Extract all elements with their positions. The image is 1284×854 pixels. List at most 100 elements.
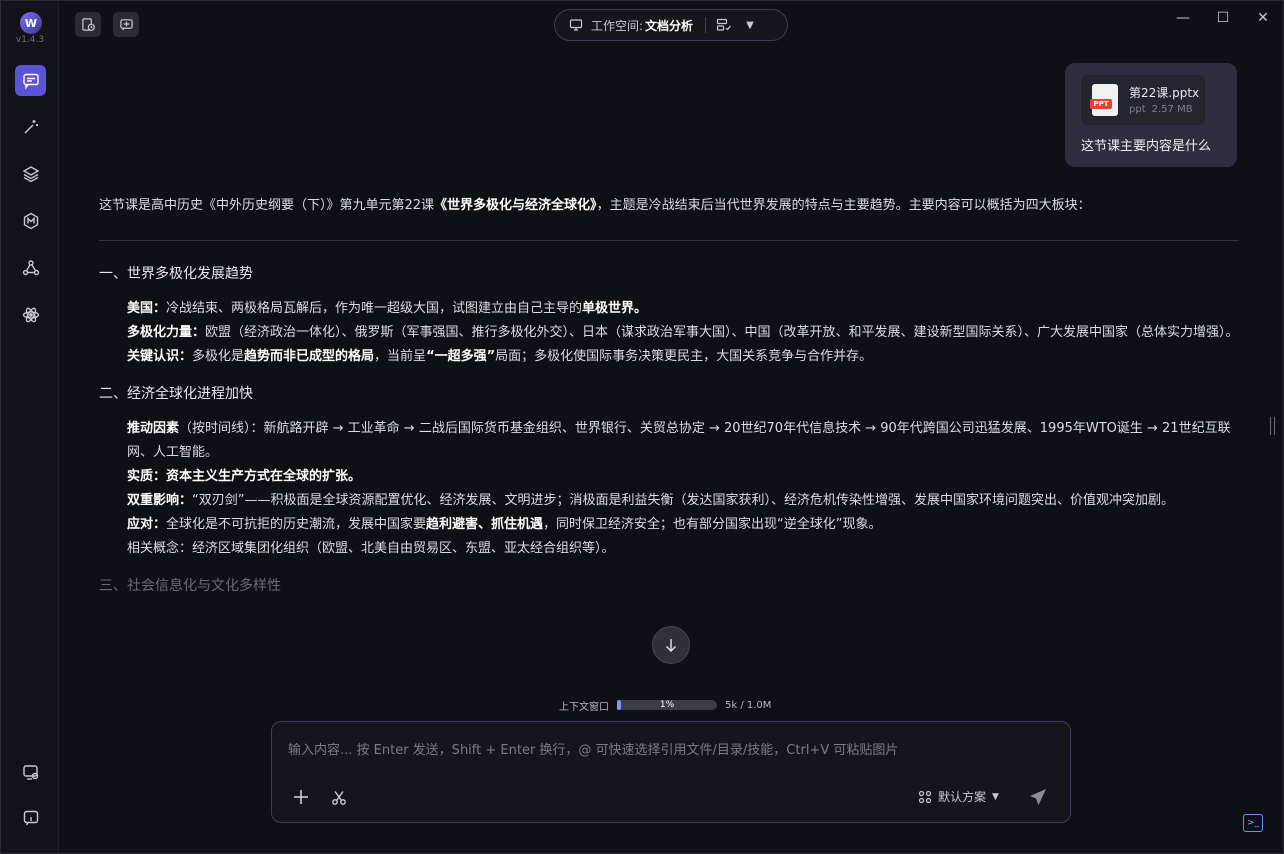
item-text: 欧盟（经济政治一体化）、俄罗斯（军事强国、推行多极化外交）、日本（谋求政治军事大…: [205, 325, 1239, 340]
add-attachment-button[interactable]: [290, 786, 312, 808]
new-chat-button[interactable]: [113, 12, 139, 37]
list-item: 关键认识：多极化是趋势而非已成型的格局，当前呈“一超多强”局面；多极化使国际事务…: [99, 345, 1239, 369]
plan-selector[interactable]: 默认方案 ▼: [918, 788, 999, 805]
history-button[interactable]: [75, 12, 101, 37]
attachment-meta: ppt 2.57 MB: [1129, 104, 1193, 115]
layers-icon: [22, 165, 39, 182]
item-bold: “一超多强”: [426, 349, 496, 364]
chevron-down-icon[interactable]: ▼: [746, 20, 754, 31]
item-label: 多极化力量：: [127, 325, 206, 340]
app-logo: W: [20, 12, 42, 34]
sidebar-item-network[interactable]: [15, 252, 46, 283]
screenshot-button[interactable]: [328, 786, 350, 808]
item-label: 美国：: [127, 301, 167, 316]
item-bold: 趋势而非已成型的格局: [244, 349, 375, 364]
plan-label: 默认方案: [938, 790, 987, 804]
app-window: W v1.4.3 工作空间: 文档分析 ▼ — ☐ ✕ PPT 第22课.ppt…: [0, 0, 1284, 854]
attachment-size: 2.57 MB: [1151, 104, 1193, 115]
intro-bold: 《世界多极化与经济全球化》: [434, 198, 597, 213]
terminal-icon: >_: [1246, 818, 1260, 828]
list-item: 相关概念：经济区域集团化组织（欧盟、北美自由贸易区、东盟、亚太经合组织等）。: [99, 537, 1239, 561]
terminal-button[interactable]: >_: [1243, 814, 1263, 832]
sidebar-item-layers[interactable]: [15, 158, 46, 189]
context-label: 上下文窗口: [559, 701, 609, 713]
sidebar-item-info[interactable]: [15, 802, 46, 833]
app-version: v1.4.3: [15, 35, 45, 45]
maximize-icon: ☐: [1216, 10, 1230, 26]
item-bold: 趋利避害、抓住机遇: [426, 517, 544, 532]
item-label: 实质：: [127, 469, 167, 484]
minimize-button[interactable]: —: [1168, 7, 1198, 29]
ppt-file-icon: PPT: [1090, 84, 1118, 116]
intro-text-a: 这节课是高中历史《中外历史纲要（下）》第九单元第22课: [99, 198, 435, 213]
atom-icon: [22, 307, 39, 322]
list-item: 多极化力量：欧盟（经济政治一体化）、俄罗斯（军事强国、推行多极化外交）、日本（谋…: [99, 321, 1239, 345]
section-1-title: 一、世界多极化发展趋势: [99, 266, 253, 282]
sidebar: W v1.4.3: [1, 1, 59, 853]
context-size: 5k / 1.0M: [725, 699, 772, 711]
close-button[interactable]: ✕: [1248, 7, 1278, 29]
item-label: 关键认识：: [127, 349, 193, 364]
scroll-to-bottom-button[interactable]: [652, 626, 690, 664]
divider: [99, 240, 1239, 241]
item-text: （按时间线）：新航路开辟 → 工业革命 → 二战后国际货币基金组织、世界银行、关…: [127, 421, 1231, 460]
monitor-icon: [569, 19, 583, 31]
arrow-down-icon: [666, 639, 676, 652]
workspace-divider: [705, 17, 707, 33]
item-bold: 资本主义生产方式在全球的扩张。: [166, 469, 362, 484]
item-bold: 单极世界。: [582, 301, 648, 316]
section-2: 二、经济全球化进程加快 推动因素（按时间线）：新航路开辟 → 工业革命 → 二战…: [99, 381, 1239, 561]
sidebar-item-settings[interactable]: [15, 756, 46, 787]
maximize-button[interactable]: ☐: [1208, 7, 1238, 29]
workspace-switch-button[interactable]: [716, 18, 732, 32]
context-percent: 1%: [659, 700, 675, 710]
sidebar-item-mcp[interactable]: [15, 205, 46, 236]
new-chat-icon: [119, 19, 133, 31]
item-text: “双刃剑”——积极面是全球资源配置优化、经济发展、文明进步；消极面是利益失衡（发…: [192, 493, 1174, 508]
ppt-tag: PPT: [1090, 99, 1112, 109]
intro-text-c: ，主题是冷战结束后当代世界发展的特点与主要趋势。主要内容可以概括为四大板块：: [596, 198, 1091, 213]
grid-icon: [918, 790, 932, 803]
send-button[interactable]: [1026, 785, 1050, 809]
assistant-message: 这节课是高中历史《中外历史纲要（下）》第九单元第22课《世界多极化与经济全球化》…: [99, 191, 1239, 609]
section-2-title: 二、经济全球化进程加快: [99, 386, 253, 402]
mcp-icon: [23, 212, 38, 229]
item-text: 局面；多极化使国际事务决策更民主，大国关系竞争与合作并存。: [495, 349, 873, 364]
context-window-indicator: 上下文窗口 1% 5k / 1.0M: [559, 697, 771, 713]
user-message: PPT 第22课.pptx ppt 2.57 MB 这节课主要内容是什么: [1065, 63, 1237, 167]
list-item: 应对：全球化是不可抗拒的历史潮流，发展中国家要趋利避害、抓住机遇，同时保卫经济安…: [99, 513, 1239, 537]
caret-down-icon: ▼: [992, 791, 999, 802]
list-item: 美国：冷战结束、两极格局瓦解后，作为唯一超级大国，试图建立由自己主导的单极世界。: [99, 297, 1239, 321]
item-text: ，当前呈: [374, 349, 427, 364]
section-1: 一、世界多极化发展趋势 美国：冷战结束、两极格局瓦解后，作为唯一超级大国，试图建…: [99, 261, 1239, 369]
attachment-chip[interactable]: PPT 第22课.pptx ppt 2.57 MB: [1081, 75, 1205, 125]
sidebar-item-atom[interactable]: [15, 299, 46, 330]
item-label: 推动因素: [127, 421, 180, 436]
chat-icon: [22, 73, 39, 90]
settings-icon: [22, 764, 38, 780]
network-icon: [22, 259, 39, 275]
list-item: 双重影响：“双刃剑”——积极面是全球资源配置优化、经济发展、文明进步；消极面是利…: [99, 489, 1239, 513]
switch-icon: [716, 18, 732, 31]
attachment-type: ppt: [1129, 104, 1146, 115]
close-icon: ✕: [1257, 10, 1269, 26]
workspace-value: 文档分析: [645, 18, 694, 33]
user-message-text: 这节课主要内容是什么: [1081, 139, 1212, 154]
section-3-title: 三、社会信息化与文化多样性: [99, 578, 281, 594]
item-label: 应对：: [127, 517, 167, 532]
sidebar-item-magic[interactable]: [15, 111, 46, 142]
chat-input[interactable]: 输入内容... 按 Enter 发送，Shift + Enter 换行，@ 可快…: [288, 739, 898, 758]
attachment-name: 第22课.pptx: [1129, 86, 1200, 100]
history-icon: [81, 18, 95, 31]
item-text: 多极化是: [192, 349, 245, 364]
resize-handle[interactable]: [1270, 417, 1275, 435]
magic-wand-icon: [24, 119, 38, 133]
workspace-selector[interactable]: 工作空间: 文档分析 ▼: [554, 9, 788, 41]
chat-input-box[interactable]: 输入内容... 按 Enter 发送，Shift + Enter 换行，@ 可快…: [271, 721, 1071, 823]
sidebar-item-chat[interactable]: [15, 65, 46, 96]
context-progress-bar: 1%: [617, 700, 717, 710]
info-icon: [23, 810, 38, 825]
minimize-icon: —: [1176, 10, 1190, 26]
workspace-label: 工作空间:: [591, 18, 644, 33]
item-label: 双重影响：: [127, 493, 193, 508]
